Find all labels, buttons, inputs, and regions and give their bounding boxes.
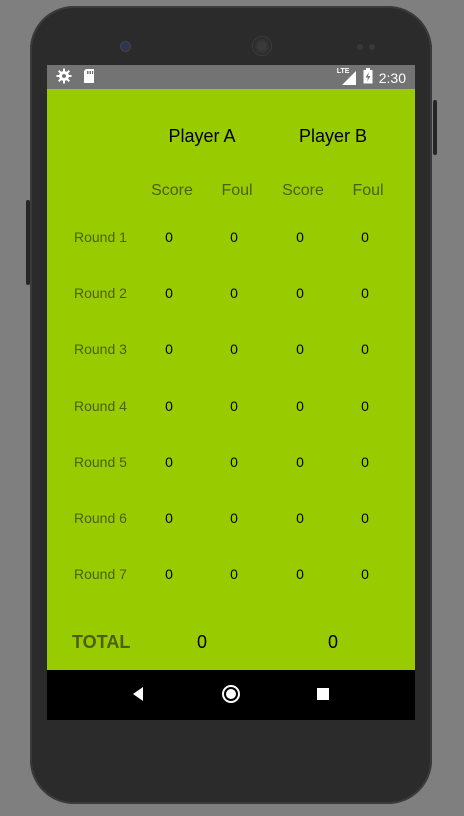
player-a-foul-value: 0 [230,566,238,583]
back-icon[interactable] [131,685,145,708]
player-a-score-value: 0 [165,510,173,526]
round-label: Round 5 [74,453,127,470]
battery-charging-icon [363,68,373,87]
player-a-score-value: 0 [165,229,173,245]
power-button [433,100,437,155]
player-a-foul-header: Foul [221,182,253,199]
round-label: Round 4 [74,397,127,414]
proximity-sensor [357,44,363,50]
signal-icon: LTE [336,67,357,86]
volume-rocker [26,200,30,285]
scoreboard-screen: Player A Player B Score Foul Score Foul … [47,89,415,670]
player-a-score-value: 0 [165,453,173,470]
light-sensor [369,44,375,50]
player-a-score-value: 0 [165,285,173,302]
player-a-foul-value: 0 [230,285,238,302]
player-a-score-value: 0 [165,566,173,583]
player-b-foul-value: 0 [361,229,369,245]
status-bar: LTE 2:30 [47,65,415,89]
network-type-label: LTE [336,67,350,75]
round-label: Round 3 [74,341,127,358]
player-b-foul-value: 0 [361,341,369,358]
round-label: Round 6 [74,510,127,526]
clock: 2:30 [378,69,406,86]
player-b-score-value: 0 [296,285,304,302]
player-b-score-value: 0 [296,453,304,470]
player-b-foul-value: 0 [361,566,369,583]
player-a-foul-value: 0 [230,453,238,470]
navigation-bar [47,670,415,720]
player-a-foul-value: 0 [230,229,238,245]
player-b-score-value: 0 [296,229,304,245]
total-player-a: 0 [196,632,207,652]
player-a-foul-value: 0 [230,510,238,526]
total-label: TOTAL [72,632,131,652]
recents-icon[interactable] [316,687,330,706]
player-b-foul-value: 0 [361,510,369,526]
player-a-foul-value: 0 [230,341,238,358]
player-b-score-value: 0 [296,397,304,414]
player-a-score-value: 0 [165,341,173,358]
round-label: Round 1 [74,229,127,245]
player-a-foul-value: 0 [230,397,238,414]
player-b-score-header: Score [282,182,324,199]
player-b-score-value: 0 [296,341,304,358]
player-b-header: Player B [298,126,368,146]
player-b-foul-value: 0 [361,453,369,470]
player-b-foul-header: Foul [352,182,384,199]
settings-icon [56,68,72,89]
player-a-score-header: Score [151,182,193,199]
player-b-score-value: 0 [296,510,304,526]
sd-card-icon [82,68,96,89]
earpiece-speaker [253,37,271,55]
home-icon[interactable] [221,684,241,709]
player-b-foul-value: 0 [361,285,369,302]
round-label: Round 2 [74,285,127,302]
total-player-b: 0 [327,632,338,652]
round-label: Round 7 [74,566,127,583]
player-b-foul-value: 0 [361,397,369,414]
front-camera [121,42,130,51]
player-a-header: Player A [168,126,236,146]
player-b-score-value: 0 [296,566,304,583]
player-a-score-value: 0 [165,397,173,414]
